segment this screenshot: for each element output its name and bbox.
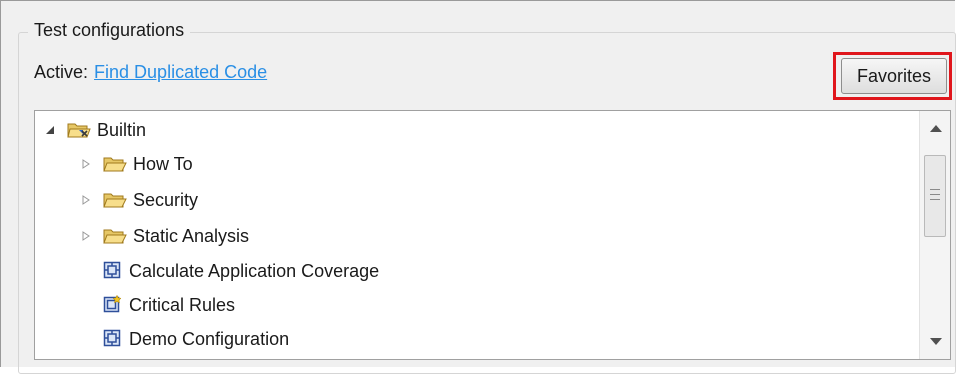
tree-item-static-analysis[interactable]: Static Analysis — [79, 219, 249, 253]
group-title: Test configurations — [28, 20, 191, 41]
grip-line — [930, 194, 940, 195]
config-icon — [103, 329, 123, 349]
tree-item-label: Security — [133, 189, 199, 210]
tree-item-demo-configuration[interactable]: Demo Configuration — [103, 322, 289, 356]
active-configuration-row: Active: Find Duplicated Code — [34, 62, 267, 83]
collapsed-triangle-icon[interactable] — [79, 195, 93, 205]
scrollbar-thumb[interactable] — [924, 155, 946, 237]
tree-item-label: How To — [133, 153, 193, 174]
tree-item-label: Critical Rules — [129, 294, 236, 315]
tree-item-how-to[interactable]: How To — [79, 147, 193, 181]
configuration-tree[interactable]: Builtin How To Security Static Analysis … — [34, 110, 951, 360]
collapsed-triangle-icon[interactable] — [79, 159, 93, 169]
tree-item-builtin[interactable]: Builtin — [43, 113, 146, 147]
active-label: Active: — [34, 62, 89, 82]
active-configuration-link[interactable]: Find Duplicated Code — [94, 62, 267, 82]
tree-item-calculate-application-coverage[interactable]: Calculate Application Coverage — [103, 254, 379, 288]
builtin-folder-icon — [67, 120, 91, 140]
config-star-icon — [103, 294, 123, 315]
vertical-scrollbar[interactable] — [919, 111, 950, 359]
grip-line — [930, 189, 940, 190]
folder-open-icon — [103, 190, 127, 210]
tree-item-label: Demo Configuration — [129, 328, 290, 349]
tree-item-label: Builtin — [97, 119, 147, 140]
tree-item-label: Static Analysis — [133, 225, 250, 246]
folder-open-icon — [103, 226, 127, 246]
scroll-down-arrow-icon[interactable] — [930, 338, 942, 345]
folder-open-icon — [103, 154, 127, 174]
tree-item-security[interactable]: Security — [79, 183, 198, 217]
grip-line — [930, 199, 940, 200]
tree-item-label: Calculate Application Coverage — [129, 260, 380, 281]
favorites-button[interactable]: Favorites — [841, 58, 947, 94]
config-icon — [103, 261, 123, 281]
collapsed-triangle-icon[interactable] — [79, 231, 93, 241]
expanded-triangle-icon[interactable] — [43, 125, 57, 135]
tree-item-critical-rules[interactable]: Critical Rules — [103, 288, 235, 322]
scroll-up-arrow-icon[interactable] — [930, 125, 942, 132]
